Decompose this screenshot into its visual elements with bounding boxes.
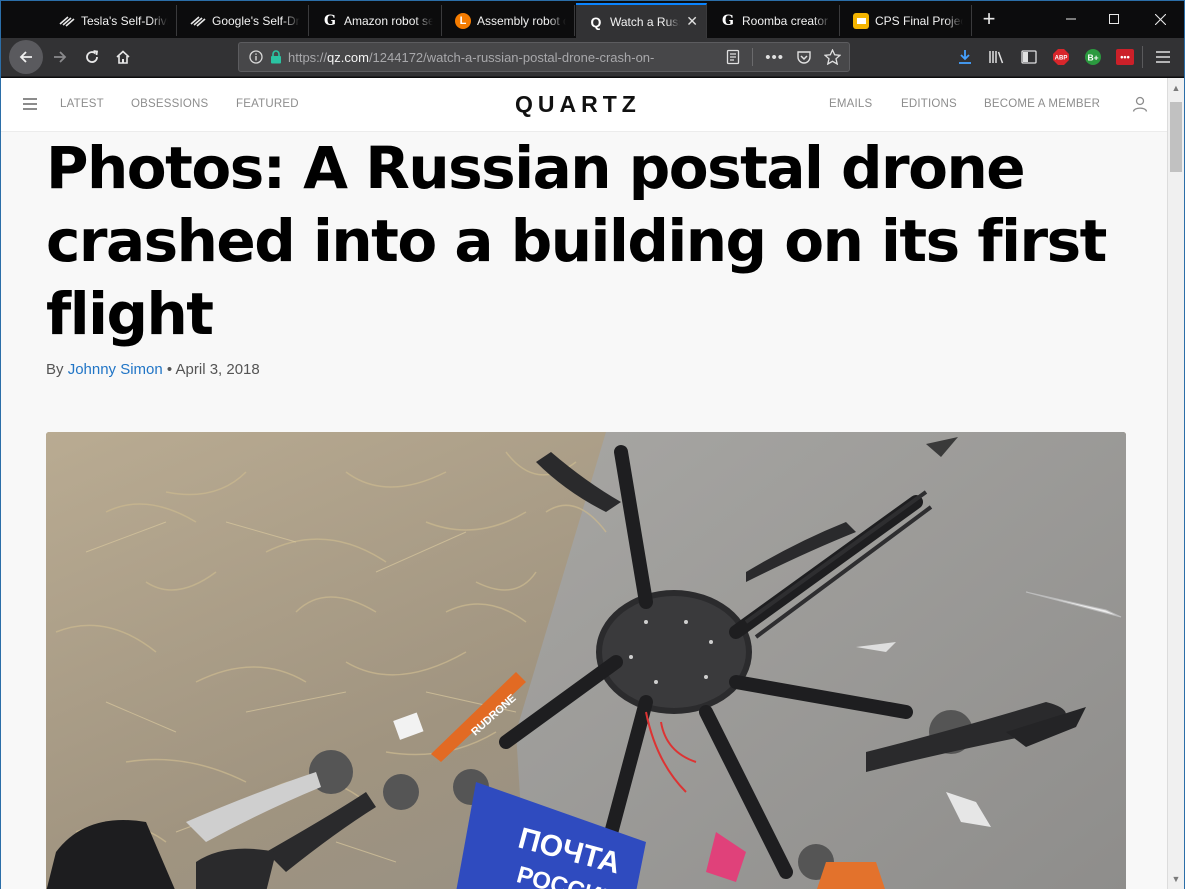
reload-button[interactable] xyxy=(77,42,107,72)
svg-text:B+: B+ xyxy=(1087,53,1098,63)
forward-button[interactable] xyxy=(45,42,75,72)
lastpass-icon: ••• xyxy=(1116,49,1134,65)
user-account-icon[interactable] xyxy=(1132,96,1148,112)
tab-tesla[interactable]: Tesla's Self-Driving xyxy=(47,5,177,36)
site-header: LATEST OBSESSIONS FEATURED QUARTZ EMAILS… xyxy=(1,78,1167,132)
tab-strip: Tesla's Self-Driving Google's Self-Drivi… xyxy=(1,1,1184,38)
adblock-plus-button[interactable]: ABP xyxy=(1050,46,1072,68)
hamburger-menu-icon xyxy=(1156,51,1170,63)
sidebar-icon xyxy=(1021,50,1037,64)
home-button[interactable] xyxy=(108,42,138,72)
tab-watch-russian-drone[interactable]: Q Watch a Russ ✕ xyxy=(576,3,707,38)
g-letter-icon: G xyxy=(722,12,734,29)
tab-title: Amazon robot se xyxy=(344,13,433,28)
tab-title: Google's Self-Driving xyxy=(212,13,300,28)
maximize-button[interactable] xyxy=(1091,1,1137,37)
article-headline: Photos: A Russian postal drone crashed i… xyxy=(46,134,1107,348)
nav-become-a-member[interactable]: BECOME A MEMBER xyxy=(984,98,1100,110)
sidebar-button[interactable] xyxy=(1018,46,1040,68)
tab-google-self-driving[interactable]: Google's Self-Driving xyxy=(178,5,309,36)
pocket-icon[interactable] xyxy=(796,49,812,65)
scrollbar-thumb[interactable] xyxy=(1170,102,1182,172)
svg-text:ABP: ABP xyxy=(1055,56,1068,62)
tab-assembly-robot[interactable]: L Assembly robot c xyxy=(443,5,575,36)
tesla-icon xyxy=(190,13,206,29)
lastpass-button[interactable]: ••• xyxy=(1114,46,1136,68)
address-bar[interactable]: https://qz.com/1244172/watch-a-russian-p… xyxy=(238,42,850,72)
bookmark-star-icon[interactable] xyxy=(824,49,841,65)
tab-title: CPS Final Project xyxy=(875,13,963,28)
url-scheme: https:// xyxy=(288,49,328,65)
byline-separator: • xyxy=(162,361,176,378)
browser-window: Tesla's Self-Driving Google's Self-Drivi… xyxy=(0,0,1185,889)
back-arrow-icon xyxy=(19,51,32,63)
site-menu-icon[interactable] xyxy=(23,98,37,110)
close-tab-icon[interactable]: ✕ xyxy=(686,13,698,30)
tab-title: Tesla's Self-Driving xyxy=(81,13,168,28)
tab-title: Watch a Russ xyxy=(610,14,681,29)
byline-prefix: By xyxy=(46,361,68,378)
url-path: /1244172/watch-a-russian-postal-drone-cr… xyxy=(368,49,655,65)
url-host: qz.com xyxy=(327,49,369,65)
back-button[interactable] xyxy=(9,40,43,74)
extension-shield-icon: B+ xyxy=(1085,49,1101,65)
forward-arrow-icon xyxy=(54,51,67,63)
secure-lock-icon[interactable] xyxy=(270,50,282,64)
quartz-logo[interactable]: QUARTZ xyxy=(515,91,641,118)
scroll-down-arrow[interactable]: ▼ xyxy=(1168,871,1184,887)
hero-image: RUDRONE ПОЧТА РОССИИ xyxy=(46,432,1126,889)
menu-button[interactable] xyxy=(1152,46,1174,68)
svg-text:•••: ••• xyxy=(1120,52,1129,62)
minimize-button[interactable] xyxy=(1048,1,1094,37)
adblock-plus-icon: ABP xyxy=(1053,49,1069,65)
library-icon xyxy=(989,51,1004,64)
crashed-drone-photo: RUDRONE ПОЧТА РОССИИ xyxy=(46,432,1126,889)
l-letter-icon: L xyxy=(455,12,471,29)
article-byline: By Johnny Simon • April 3, 2018 xyxy=(46,361,260,378)
author-link[interactable]: Johnny Simon xyxy=(68,361,163,378)
page-actions-icon[interactable]: ••• xyxy=(765,49,784,66)
g-letter-icon: G xyxy=(324,12,336,29)
tab-title: Roomba creator r xyxy=(742,13,831,28)
nav-latest[interactable]: LATEST xyxy=(60,98,104,110)
nav-featured[interactable]: FEATURED xyxy=(236,98,299,110)
urlbar-divider xyxy=(752,48,754,66)
reader-view-icon[interactable] xyxy=(726,49,740,65)
page-scrollbar[interactable]: ▲ ▼ xyxy=(1167,78,1184,889)
nav-editions[interactable]: EDITIONS xyxy=(901,98,957,110)
slides-icon xyxy=(853,12,869,29)
download-arrow-icon xyxy=(959,50,971,64)
tab-cps-final-project[interactable]: CPS Final Project xyxy=(841,5,972,36)
info-icon[interactable] xyxy=(249,50,263,64)
page-viewport: LATEST OBSESSIONS FEATURED QUARTZ EMAILS… xyxy=(1,78,1167,889)
navigation-toolbar: https://qz.com/1244172/watch-a-russian-p… xyxy=(1,38,1184,77)
tesla-icon xyxy=(59,13,75,29)
scroll-up-arrow[interactable]: ▲ xyxy=(1168,80,1184,96)
toolbar-divider xyxy=(1142,46,1143,68)
nav-emails[interactable]: EMAILS xyxy=(829,98,872,110)
publish-date: April 3, 2018 xyxy=(175,361,260,378)
url-text[interactable]: https://qz.com/1244172/watch-a-russian-p… xyxy=(288,50,708,65)
downloads-button[interactable] xyxy=(954,46,976,68)
home-icon xyxy=(116,50,130,64)
nav-obsessions[interactable]: OBSESSIONS xyxy=(131,98,208,110)
new-tab-button[interactable]: + xyxy=(978,7,1000,33)
close-window-button[interactable] xyxy=(1137,1,1183,37)
extension-button[interactable]: B+ xyxy=(1082,46,1104,68)
tab-roomba-creator[interactable]: G Roomba creator r xyxy=(708,5,840,36)
tab-title: Assembly robot c xyxy=(477,13,566,28)
reload-icon xyxy=(86,50,99,63)
tab-amazon-robot[interactable]: G Amazon robot se xyxy=(310,5,442,36)
q-letter-icon: Q xyxy=(590,13,602,30)
library-button[interactable] xyxy=(986,46,1008,68)
